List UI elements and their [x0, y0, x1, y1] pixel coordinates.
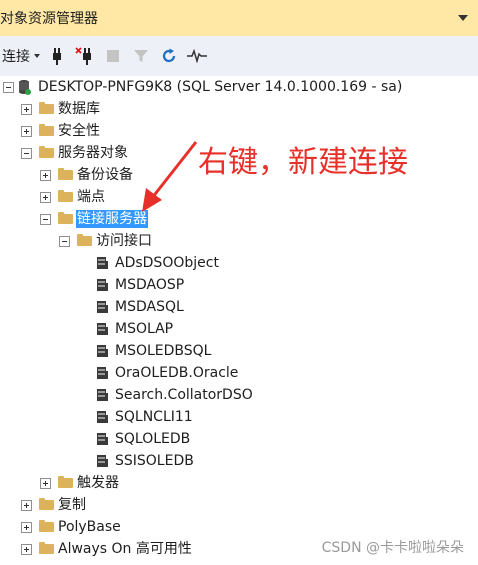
expand-toggle[interactable] [21, 500, 32, 511]
connect-label: 连接 [2, 49, 30, 65]
folder-icon [39, 520, 54, 532]
connect-plug-icon[interactable] [46, 45, 68, 67]
tree-label: 复制 [58, 497, 86, 513]
tree-label: ADsDSOObject [115, 255, 219, 271]
expand-toggle[interactable] [40, 170, 51, 181]
tree-label: MSDASQL [115, 299, 184, 315]
tree-node-polybase[interactable]: PolyBase [0, 516, 300, 538]
tree-label: PolyBase [58, 519, 121, 535]
provider-icon [97, 455, 108, 467]
expand-toggle[interactable] [40, 478, 51, 489]
provider-icon [97, 367, 108, 379]
tree-node-replication[interactable]: 复制 [0, 494, 300, 516]
tree-label: 数据库 [58, 101, 100, 117]
connect-button[interactable]: 连接 [2, 46, 40, 66]
tree-label: SQLOLEDB [115, 431, 191, 447]
toolbar: 连接 [0, 36, 478, 76]
folder-icon [39, 146, 54, 158]
tree-label: 安全性 [58, 123, 100, 139]
collapse-toggle[interactable] [21, 148, 32, 159]
title-bar: 对象资源管理器 [0, 0, 478, 36]
tree-node-provider[interactable]: MSOLAP [0, 318, 300, 340]
folder-icon [39, 124, 54, 136]
tree-label: Always On 高可用性 [58, 541, 192, 557]
folder-icon [58, 476, 73, 488]
expand-toggle[interactable] [21, 104, 32, 115]
folder-icon [58, 168, 73, 180]
tree-node-triggers[interactable]: 触发器 [0, 472, 300, 494]
tree-node-provider[interactable]: SQLOLEDB [0, 428, 300, 450]
tree-node-provider[interactable]: ADsDSOObject [0, 252, 300, 274]
stop-icon[interactable] [102, 45, 124, 67]
tree-label: 端点 [77, 189, 105, 205]
provider-icon [97, 411, 108, 423]
tree-label: 服务器对象 [58, 145, 128, 161]
window-title: 对象资源管理器 [0, 11, 98, 27]
disconnect-icon[interactable] [74, 45, 96, 67]
server-icon [19, 80, 31, 95]
folder-icon [77, 234, 92, 246]
tree-node-provider[interactable]: OraOLEDB.Oracle [0, 362, 300, 384]
window-menu-icon[interactable] [448, 0, 478, 36]
tree-label: MSOLEDBSQL [115, 343, 212, 359]
tree-label: 访问接口 [96, 233, 152, 249]
refresh-icon[interactable] [158, 45, 180, 67]
collapse-toggle[interactable] [59, 236, 70, 247]
expand-toggle[interactable] [40, 192, 51, 203]
provider-icon [97, 345, 108, 357]
tree-node-provider[interactable]: SQLNCLI11 [0, 406, 300, 428]
folder-icon [58, 190, 73, 202]
tree-label: OraOLEDB.Oracle [115, 365, 239, 381]
tree-node-provider[interactable]: MSDAOSP [0, 274, 300, 296]
annotation-text: 右键，新建连接 [198, 145, 408, 180]
expand-toggle[interactable] [21, 544, 32, 555]
server-label: DESKTOP-PNFG9K8 (SQL Server 14.0.1000.16… [38, 79, 403, 95]
tree-node-provider[interactable]: Search.CollatorDSO [0, 384, 300, 406]
provider-icon [97, 301, 108, 313]
provider-icon [97, 389, 108, 401]
tree-node-provider[interactable]: SSISOLEDB [0, 450, 300, 472]
chevron-down-icon [34, 54, 40, 58]
tree-node-databases[interactable]: 数据库 [0, 98, 300, 120]
tree-label: Search.CollatorDSO [115, 387, 253, 403]
expand-toggle[interactable] [21, 126, 32, 137]
tree-label: 备份设备 [77, 167, 133, 183]
tree-label: SQLNCLI11 [115, 409, 193, 425]
folder-icon [39, 542, 54, 554]
folder-icon [39, 498, 54, 510]
collapse-toggle[interactable] [3, 82, 14, 93]
provider-icon [97, 323, 108, 335]
tree-node-provider[interactable]: MSDASQL [0, 296, 300, 318]
tree-label: 触发器 [77, 475, 119, 491]
tree-label: SSISOLEDB [115, 453, 194, 469]
watermark: CSDN @卡卡啦啦朵朵 [321, 540, 464, 556]
collapse-toggle[interactable] [40, 214, 51, 225]
tree-node-always-on[interactable]: Always On 高可用性 [0, 538, 300, 560]
tree-node-server[interactable]: DESKTOP-PNFG9K8 (SQL Server 14.0.1000.16… [0, 76, 478, 98]
filter-icon[interactable] [130, 45, 152, 67]
tree-node-providers[interactable]: 访问接口 [0, 230, 300, 252]
folder-icon [39, 102, 54, 114]
activity-monitor-icon[interactable] [186, 45, 208, 67]
tree-node-provider[interactable]: MSOLEDBSQL [0, 340, 300, 362]
expand-toggle[interactable] [21, 522, 32, 533]
folder-icon [58, 212, 73, 224]
tree-label: MSDAOSP [115, 277, 185, 293]
provider-icon [97, 279, 108, 291]
provider-icon [97, 257, 108, 269]
tree-label: MSOLAP [115, 321, 174, 337]
provider-icon [97, 433, 108, 445]
